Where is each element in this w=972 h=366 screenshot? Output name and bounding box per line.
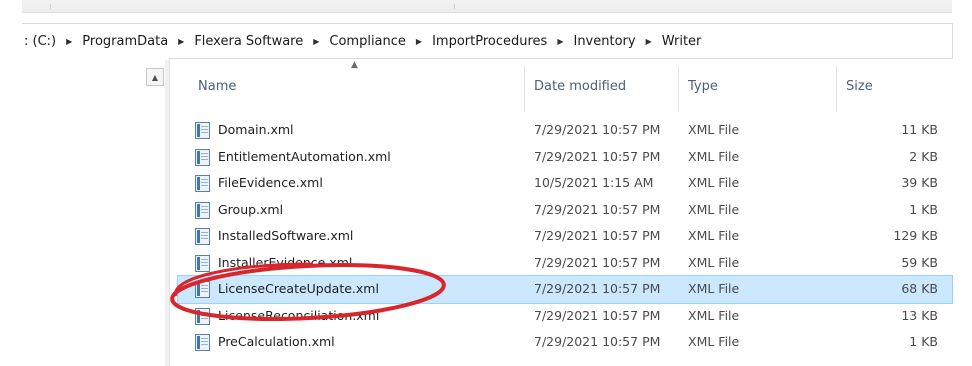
file-date-modified: 7/29/2021 10:57 PM [534, 307, 661, 323]
table-row[interactable]: PreCalculation.xml 7/29/2021 10:57 PM XML … [178, 329, 952, 356]
file-date-modified: 7/29/2021 10:57 PM [534, 122, 661, 137]
breadcrumb-item[interactable]: ImportProcedures [430, 34, 549, 49]
sort-ascending-icon: ▲ [351, 60, 358, 70]
column-divider[interactable] [836, 66, 837, 112]
xml-file-icon [195, 254, 210, 272]
file-type: XML File [688, 122, 740, 137]
strip-tick [454, 4, 455, 9]
file-type: XML File [688, 254, 740, 270]
breadcrumb-item[interactable]: Flexera Software [192, 34, 305, 49]
strip-tick [50, 4, 51, 9]
breadcrumb-item[interactable]: : (C:) [22, 34, 58, 49]
file-date-modified: 7/29/2021 10:57 PM [534, 228, 661, 243]
file-name: FileEvidence.xml [218, 175, 323, 190]
xml-file-icon [195, 228, 210, 245]
file-type: XML File [688, 175, 740, 190]
file-name: Group.xml [218, 201, 284, 217]
table-row[interactable]: EntitlementAutomation.xml 7/29/2021 10:57… [178, 144, 952, 171]
chevron-right-icon[interactable]: ▶ [170, 37, 192, 46]
column-header-row: ▲ Name Date modified Type Size [178, 60, 952, 112]
file-type: XML File [688, 201, 740, 217]
file-name: PreCalculation.xml [218, 334, 335, 349]
column-divider[interactable] [678, 66, 679, 112]
breadcrumb-item[interactable]: Writer [660, 34, 704, 49]
file-name: InstallerEvidence.xml [218, 254, 353, 270]
breadcrumb-item[interactable]: Compliance [327, 34, 408, 49]
table-row[interactable]: Domain.xml 7/29/2021 10:57 PM XML File 11 K… [178, 117, 952, 144]
file-size: 129 KB [893, 228, 938, 243]
chevron-right-icon[interactable]: ▶ [549, 37, 571, 46]
table-row[interactable]: Group.xml 7/29/2021 10:57 PM XML File 1 KB [178, 197, 952, 224]
xml-file-icon [195, 334, 210, 351]
file-date-modified: 7/29/2021 10:57 PM [534, 254, 661, 270]
xml-file-icon [195, 201, 210, 219]
table-row[interactable]: LicenseReconciliation.xml 7/29/2021 10:57… [178, 303, 952, 330]
chevron-right-icon[interactable]: ▶ [58, 37, 80, 46]
file-date-modified: 7/29/2021 10:57 PM [534, 201, 661, 217]
breadcrumb-item[interactable]: ProgramData [80, 34, 170, 49]
file-explorer-window: : (C:) ▶ ProgramData ▶ Flexera Software ▶ Comp… [0, 0, 972, 366]
xml-file-icon [195, 148, 210, 166]
file-type: XML File [688, 307, 740, 323]
table-row-selected[interactable]: LicenseCreateUpdate.xml 7/29/2021 10:57 P… [177, 275, 953, 304]
breadcrumb-item[interactable]: Inventory [571, 34, 637, 49]
file-type: XML File [688, 281, 740, 296]
file-date-modified: 7/29/2021 10:57 PM [534, 334, 661, 349]
nav-scrollbar[interactable] [165, 60, 169, 366]
file-type: XML File [688, 228, 740, 243]
file-type: XML File [688, 148, 740, 164]
table-row[interactable]: InstalledSoftware.xml 7/29/2021 10:57 PM X… [178, 223, 952, 250]
xml-file-icon [195, 281, 210, 298]
column-divider[interactable] [524, 66, 525, 112]
file-name: LicenseCreateUpdate.xml [218, 281, 379, 296]
address-bar[interactable]: : (C:) ▶ ProgramData ▶ Flexera Software ▶ Comp… [22, 23, 953, 59]
file-size: 1 KB [909, 334, 938, 349]
column-header-type[interactable]: Type [688, 76, 718, 98]
file-size: 2 KB [909, 148, 938, 164]
chevron-right-icon[interactable]: ▶ [305, 37, 327, 46]
column-header-date-modified[interactable]: Date modified [534, 76, 626, 98]
file-name: InstalledSoftware.xml [218, 228, 354, 243]
column-header-name[interactable]: Name [198, 76, 236, 98]
file-size: 68 KB [901, 281, 938, 296]
navigation-pane[interactable] [22, 58, 170, 366]
file-size: 11 KB [901, 122, 938, 137]
file-type: XML File [688, 334, 740, 349]
column-header-size[interactable]: Size [846, 76, 873, 98]
chevron-right-icon[interactable]: ▶ [638, 37, 660, 46]
file-date-modified: 10/5/2021 1:15 AM [534, 175, 654, 190]
file-size: 39 KB [901, 175, 938, 190]
file-size: 59 KB [901, 254, 938, 270]
chevron-right-icon[interactable]: ▶ [408, 37, 430, 46]
file-name: EntitlementAutomation.xml [218, 148, 391, 164]
file-date-modified: 7/29/2021 10:57 PM [534, 148, 661, 164]
xml-file-icon [195, 307, 210, 325]
xml-file-icon [195, 122, 210, 139]
table-row[interactable]: InstallerEvidence.xml 7/29/2021 10:57 PM X… [178, 250, 952, 277]
table-row[interactable]: FileEvidence.xml 10/5/2021 1:15 AM XML Fil… [178, 170, 952, 197]
file-name: Domain.xml [218, 122, 294, 137]
file-list: Domain.xml 7/29/2021 10:57 PM XML File 11 K… [177, 117, 953, 356]
file-size: 1 KB [909, 201, 938, 217]
top-toolbar-strip [22, 0, 952, 13]
file-size: 13 KB [901, 307, 938, 323]
scroll-up-icon[interactable]: ▲ [146, 68, 164, 86]
file-date-modified: 7/29/2021 10:57 PM [534, 281, 661, 296]
file-name: LicenseReconciliation.xml [218, 307, 380, 323]
xml-file-icon [195, 175, 210, 192]
